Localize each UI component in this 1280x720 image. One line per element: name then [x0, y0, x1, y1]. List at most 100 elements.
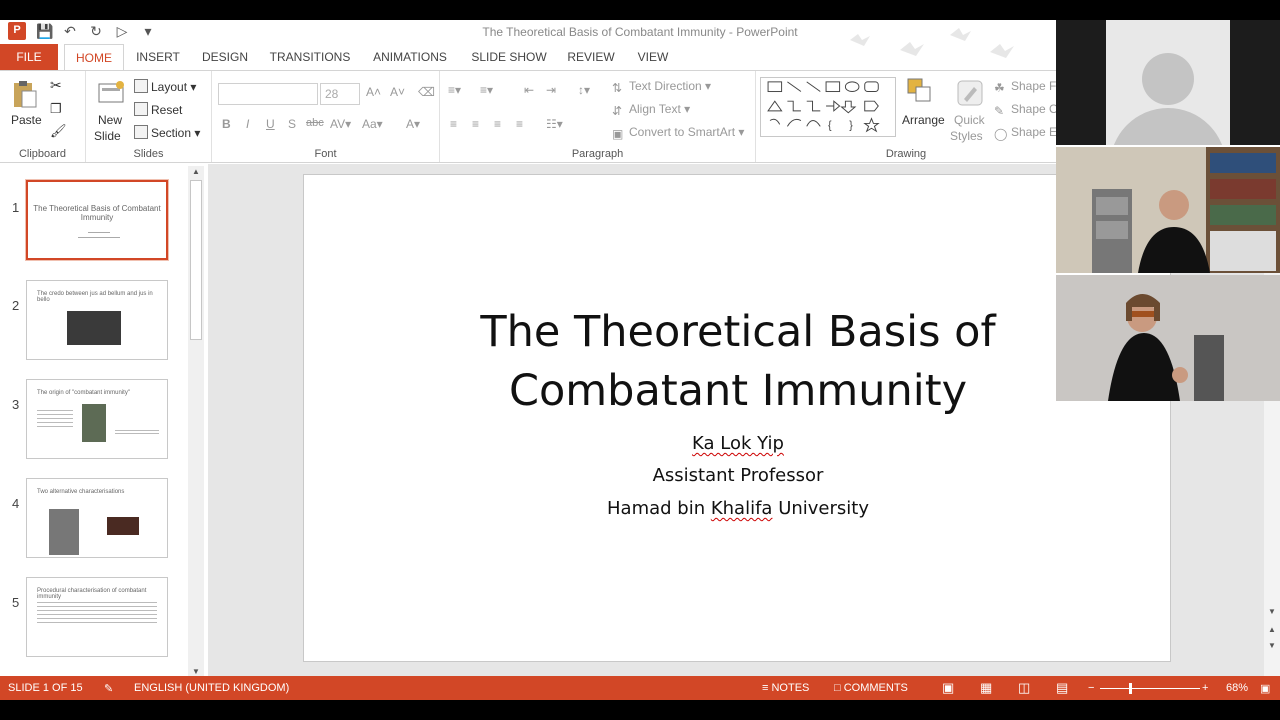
slide-sorter-icon[interactable]: ▦ — [980, 680, 992, 696]
thumbnail-image — [82, 404, 106, 442]
columns-icon[interactable]: ☷▾ — [546, 117, 563, 131]
tab-slide-show[interactable]: SLIDE SHOW — [464, 44, 554, 70]
shadow-icon[interactable]: S — [288, 117, 296, 131]
powerpoint-logo-icon[interactable]: P — [8, 22, 26, 40]
zoom-slider-handle[interactable] — [1129, 683, 1132, 694]
align-right-icon[interactable]: ≡ — [494, 117, 501, 131]
slide-thumbnail-5[interactable]: Procedural characterisation of combatant… — [26, 577, 168, 657]
thumbnail-image — [49, 509, 79, 555]
slide-thumbnail-2[interactable]: The credo between jus ad bellum and jus … — [26, 280, 168, 360]
start-from-beginning-icon[interactable]: ▷ — [114, 23, 130, 39]
reset-button[interactable]: Reset — [134, 102, 182, 117]
shape-fill-button[interactable]: ☘ Shape Fi — [994, 79, 1059, 95]
save-icon[interactable]: 💾 — [36, 23, 53, 39]
zoom-out-icon[interactable]: − — [1088, 682, 1094, 694]
justify-icon[interactable]: ≡ — [516, 117, 523, 131]
bold-icon[interactable]: B — [222, 117, 231, 131]
language-indicator[interactable]: ENGLISH (UNITED KINGDOM) — [134, 682, 289, 694]
increase-font-icon[interactable]: A˄ — [366, 85, 381, 99]
tab-file[interactable]: FILE — [0, 44, 58, 70]
layout-button[interactable]: Layout ▾ — [134, 79, 196, 94]
shapes-gallery[interactable]: {} — [760, 77, 896, 137]
paste-icon[interactable] — [10, 79, 40, 109]
font-size-input[interactable]: 28 — [320, 83, 360, 105]
zoom-level[interactable]: 68% — [1226, 682, 1248, 694]
character-spacing-icon[interactable]: AV▾ — [330, 117, 351, 131]
tab-view[interactable]: VIEW — [628, 44, 678, 70]
undo-icon[interactable]: ↶ — [62, 23, 78, 39]
tab-design[interactable]: DESIGN — [194, 44, 256, 70]
quick-styles-button[interactable]: Quick — [954, 113, 985, 127]
slide-thumbnail-1[interactable]: The Theoretical Basis of Combatant Immun… — [26, 180, 168, 260]
new-slide-icon[interactable] — [96, 79, 126, 109]
font-name-input[interactable] — [218, 83, 318, 105]
tab-insert[interactable]: INSERT — [128, 44, 188, 70]
shape-outline-button[interactable]: ✎ Shape O — [994, 102, 1058, 118]
tab-review[interactable]: REVIEW — [562, 44, 620, 70]
clear-formatting-icon[interactable]: ⌫ — [418, 85, 435, 99]
zoom-slider[interactable] — [1100, 688, 1200, 689]
align-left-icon[interactable]: ≡ — [450, 117, 457, 131]
drawing-group: {} Arrange Quick Styles ☘ Shape Fi ✎ Shape… — [756, 71, 1060, 162]
slide-author[interactable]: Ka Lok Yip — [304, 433, 1172, 454]
slide-title[interactable]: The Theoretical Basis of Combatant Immun… — [364, 303, 1112, 421]
slides-label: Slides — [133, 148, 164, 160]
italic-icon[interactable]: I — [246, 117, 249, 131]
slide-institution[interactable]: Hamad bin Khalifa University — [304, 498, 1172, 519]
notes-button[interactable]: ≡ NOTES — [762, 682, 809, 694]
scrollbar-thumb[interactable] — [190, 180, 202, 340]
line-spacing-icon[interactable]: ↕▾ — [578, 83, 590, 97]
tab-transitions[interactable]: TRANSITIONS — [264, 44, 356, 70]
zoom-in-icon[interactable]: + — [1202, 682, 1208, 694]
new-slide-button-line2[interactable]: Slide — [94, 129, 121, 143]
normal-view-icon[interactable]: ▣ — [942, 680, 954, 696]
next-slide-icon[interactable]: ▼ — [1264, 640, 1280, 652]
slideshow-view-icon[interactable]: ▤ — [1056, 680, 1068, 696]
reading-view-icon[interactable]: ◫ — [1018, 680, 1030, 696]
slide-position[interactable]: Assistant Professor — [304, 465, 1172, 486]
previous-slide-icon[interactable]: ▲ — [1264, 624, 1280, 636]
text-direction-label: Text Direction — [629, 79, 702, 93]
slide-thumbnail-3[interactable]: The origin of "combatant immunity" — [26, 379, 168, 459]
increase-indent-icon[interactable]: ⇥ — [546, 83, 556, 97]
tab-animations[interactable]: ANIMATIONS — [364, 44, 456, 70]
numbering-icon[interactable]: ≡▾ — [480, 83, 493, 97]
align-text-button[interactable]: ⇵ Align Text ▾ — [612, 102, 690, 118]
new-slide-button[interactable]: New — [98, 113, 122, 127]
align-center-icon[interactable]: ≡ — [472, 117, 479, 131]
font-color-icon[interactable]: A▾ — [406, 117, 420, 131]
arrange-button[interactable]: Arrange — [902, 113, 945, 127]
fit-to-window-icon[interactable]: ▣ — [1260, 682, 1270, 695]
notes-label: NOTES — [771, 682, 810, 694]
section-button[interactable]: Section ▾ — [134, 125, 200, 140]
bullets-icon[interactable]: ≡▾ — [448, 83, 461, 97]
thumbnail-scrollbar[interactable]: ▲ ▼ — [188, 166, 204, 678]
scroll-down-icon[interactable]: ▼ — [1264, 606, 1280, 618]
current-slide[interactable]: The Theoretical Basis of Combatant Immun… — [303, 174, 1171, 662]
underline-icon[interactable]: U — [266, 117, 275, 131]
format-painter-icon[interactable]: 🖌 — [50, 123, 67, 139]
convert-smartart-button[interactable]: ▣ Convert to SmartArt ▾ — [612, 125, 744, 141]
quick-styles-button-line2[interactable]: Styles — [950, 129, 983, 143]
scroll-up-icon[interactable]: ▲ — [188, 166, 204, 178]
change-case-icon[interactable]: Aa▾ — [362, 117, 383, 131]
slide-thumbnail-4[interactable]: Two alternative characterisations — [26, 478, 168, 558]
thumbnail-text-block — [37, 602, 157, 626]
redo-icon[interactable]: ↻ — [88, 23, 104, 39]
decrease-font-icon[interactable]: A˅ — [390, 85, 405, 99]
thumbnail-text-block — [37, 410, 73, 430]
shape-effects-button[interactable]: ◯ Shape Ef — [994, 125, 1060, 141]
comments-button[interactable]: □ COMMENTS — [834, 682, 908, 694]
strikethrough-icon[interactable]: abc — [306, 117, 324, 129]
cut-icon[interactable]: ✂ — [50, 77, 62, 94]
tab-home[interactable]: HOME — [64, 44, 124, 70]
text-direction-button[interactable]: ⇅ Text Direction ▾ — [612, 79, 711, 95]
paste-button[interactable]: Paste — [11, 113, 42, 127]
spellcheck-icon[interactable]: ✎ — [104, 682, 113, 695]
decrease-indent-icon[interactable]: ⇤ — [524, 83, 534, 97]
quick-styles-icon[interactable] — [956, 79, 984, 107]
slide-counter: SLIDE 1 OF 15 — [8, 682, 83, 694]
copy-icon[interactable]: ❐ — [50, 101, 62, 117]
arrange-icon[interactable] — [906, 77, 934, 105]
customize-toolbar-icon[interactable]: ▾ — [140, 23, 156, 39]
